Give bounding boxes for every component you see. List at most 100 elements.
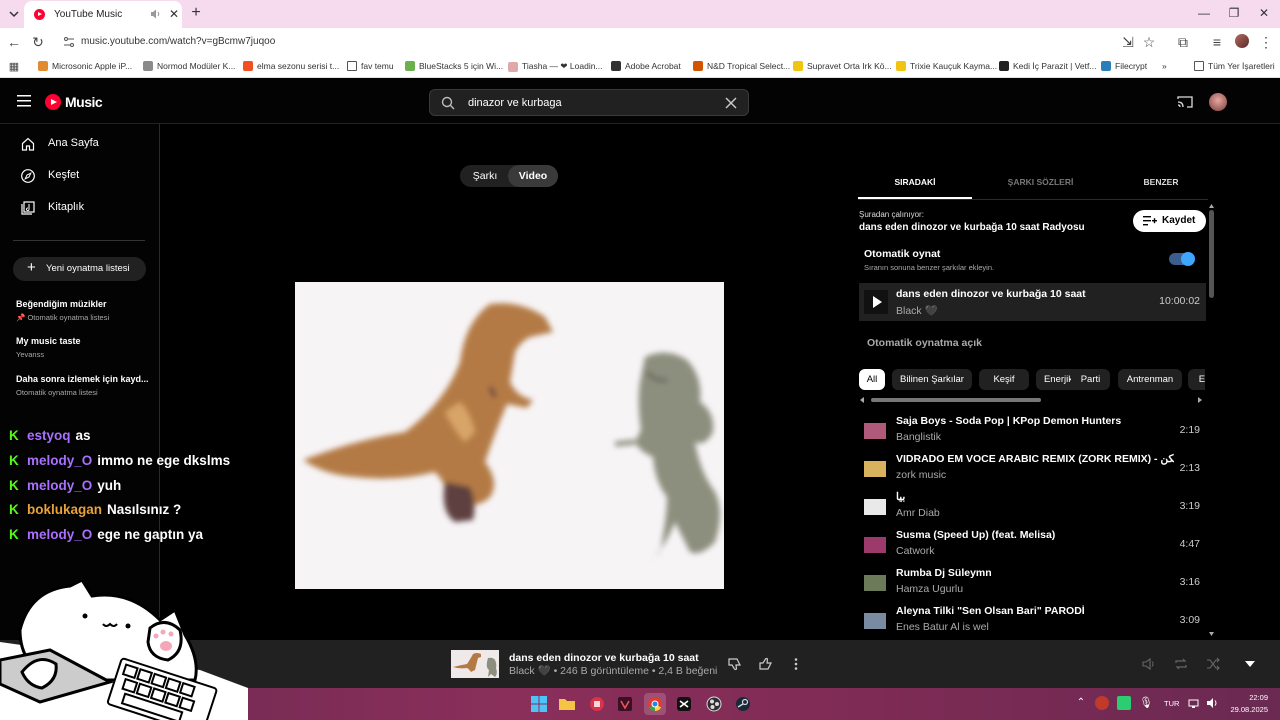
bookmark-item[interactable]: Microsonic Apple iP...	[38, 61, 132, 71]
obs-icon[interactable]	[703, 693, 725, 715]
filter-chip[interactable]: El	[1188, 369, 1205, 390]
shuffle-icon[interactable]	[1205, 656, 1221, 672]
ytm-logo[interactable]: Music	[45, 94, 103, 110]
network-icon[interactable]	[1188, 696, 1202, 710]
playlist-subtitle: Otomatik oynatma listesi	[16, 388, 98, 397]
bookmarks-overflow-icon[interactable]: »	[1162, 61, 1167, 71]
address-bar[interactable]: music.youtube.com/watch?v=gBcmw7juqoo	[54, 30, 1164, 54]
bookmark-star-icon[interactable]: ☆	[1141, 34, 1157, 50]
track-title: Saja Boys - Soda Pop | KPop Demon Hunter…	[896, 415, 1122, 427]
bookmark-item[interactable]: Filecrypt	[1101, 61, 1147, 71]
queue-item[interactable]: Rumba Dj Süleymn Hamza Ugurlu 3:16	[859, 564, 1206, 602]
bookmark-item[interactable]: Trixie Kauçuk Kayma...	[896, 61, 997, 71]
install-app-icon[interactable]: ⇲	[1120, 34, 1136, 50]
tray-nvidia-icon[interactable]	[1117, 696, 1131, 710]
queue-scrollbar[interactable]	[1209, 204, 1214, 636]
bookmark-item[interactable]: Adobe Acrobat	[611, 61, 681, 71]
filter-chip[interactable]: Bilinen Şarkılar	[892, 369, 972, 390]
filter-chip[interactable]: All	[859, 369, 885, 390]
repeat-icon[interactable]	[1173, 656, 1189, 672]
back-icon[interactable]: ←	[6, 34, 22, 50]
filter-chip[interactable]: Keşif	[979, 369, 1029, 390]
start-icon[interactable]	[528, 693, 550, 715]
cast-icon[interactable]	[1177, 95, 1193, 109]
queue-item[interactable]: Susma (Speed Up) (feat. Melisa) Catwork 4:…	[859, 526, 1206, 564]
playlist-item-my-music-taste[interactable]: My music taste Yevanss	[16, 336, 156, 359]
tab-search-icon[interactable]	[6, 6, 22, 22]
video-toggle-button[interactable]: Video	[508, 165, 558, 187]
song-toggle-button[interactable]: Şarkı	[460, 165, 510, 187]
new-playlist-button[interactable]: + Yeni oynatma listesi	[13, 257, 146, 281]
sidebar-item-explore[interactable]: Keşfet	[0, 161, 159, 191]
tray-chevron-icon[interactable]: ⌃	[1073, 695, 1089, 711]
app-icon-red[interactable]	[586, 693, 608, 715]
all-bookmarks-folder[interactable]: Tüm Yer İşaretleri	[1194, 61, 1275, 71]
steam-icon[interactable]	[732, 693, 754, 715]
filter-chip[interactable]: Parti	[1071, 369, 1110, 390]
queue-item[interactable]: VIDRADO EM VOCE ARABIC REMIX (ZORK REMIX…	[859, 450, 1206, 488]
account-avatar[interactable]	[1209, 93, 1227, 111]
volume-icon[interactable]	[1141, 656, 1157, 672]
sidebar-item-library[interactable]: Kitaplık	[0, 193, 159, 223]
video-player[interactable]	[295, 282, 724, 589]
input-language[interactable]: TUR	[1164, 699, 1179, 708]
autoplay-toggle[interactable]	[1169, 252, 1195, 266]
tab-youtube-music[interactable]: YouTube Music ✕	[24, 1, 182, 28]
track-title: VIDRADO EM VOCE ARABIC REMIX (ZORK REMIX…	[896, 453, 1174, 465]
clock-time[interactable]: 22:09	[1228, 693, 1268, 702]
search-icon[interactable]	[441, 96, 455, 110]
more-options-icon[interactable]	[788, 656, 804, 672]
queue-item[interactable]: بيا Amr Diab 3:19	[859, 488, 1206, 526]
apps-grid-icon[interactable]: ▦	[6, 59, 22, 75]
search-input[interactable]: dinazor ve kurbaga	[468, 97, 562, 109]
search-box[interactable]: dinazor ve kurbaga	[429, 89, 749, 116]
filter-chip[interactable]: Antrenman	[1118, 369, 1182, 390]
app-icon-vegas[interactable]	[614, 693, 636, 715]
close-window-icon[interactable]: ✕	[1256, 5, 1272, 21]
tab-audio-icon[interactable]	[150, 8, 162, 20]
restore-icon[interactable]: ❐	[1226, 5, 1242, 21]
reading-list-icon[interactable]: ≡	[1209, 34, 1225, 50]
hamburger-menu-icon[interactable]	[17, 95, 31, 107]
queue-item[interactable]: Aleyna Tilki "Sen Olsan Bari" PARODİ Enes…	[859, 602, 1206, 640]
bookmark-item[interactable]: Tiasha — ❤ Loadin...	[508, 61, 603, 72]
playlist-item-watch-later[interactable]: Daha sonra izlemek için kayd... Otomatik…	[16, 374, 156, 397]
bookmark-item[interactable]: Kedi İç Parazit | Vetf...	[999, 61, 1096, 71]
expand-player-icon[interactable]	[1242, 656, 1258, 672]
queue-item[interactable]: Saja Boys - Soda Pop | KPop Demon Hunter…	[859, 412, 1206, 450]
chrome-menu-icon[interactable]: ⋮	[1258, 34, 1274, 50]
bookmark-item[interactable]: Supravet Orta Irk Kö...	[793, 61, 892, 71]
save-queue-button[interactable]: Kaydet	[1133, 210, 1206, 232]
sidebar-item-home[interactable]: Ana Sayfa	[0, 129, 159, 159]
bookmark-item[interactable]: Normod Modüler K...	[143, 61, 235, 71]
tab-related[interactable]: BENZER	[1106, 167, 1216, 199]
bookmark-item[interactable]: BlueStacks 5 için Wi...	[405, 61, 503, 71]
bookmark-favicon-icon	[999, 61, 1009, 71]
bookmark-item[interactable]: N&D Tropical Select...	[693, 61, 790, 71]
reload-icon[interactable]: ↻	[30, 34, 46, 50]
minimize-icon[interactable]: —	[1196, 5, 1212, 21]
dislike-icon[interactable]	[727, 656, 743, 672]
scrollbar-thumb[interactable]	[1209, 210, 1214, 298]
bookmark-item[interactable]: elma sezonu serisi t...	[243, 61, 339, 71]
new-tab-button[interactable]: +	[188, 5, 204, 21]
chips-scrollbar[interactable]	[860, 396, 1206, 404]
extensions-icon[interactable]: ⧉	[1175, 34, 1191, 50]
clock-date[interactable]: 29.08.2025	[1216, 705, 1268, 714]
tab-close-icon[interactable]: ✕	[167, 7, 181, 21]
playlist-item-liked[interactable]: Beğendiğim müzikler 📌 Otomatik oynatma l…	[16, 299, 156, 322]
capcut-icon[interactable]	[673, 693, 695, 715]
chrome-profile-avatar[interactable]	[1235, 34, 1249, 48]
queue-item-now-playing[interactable]: dans eden dinozor ve kurbağa 10 saat Bla…	[859, 283, 1206, 321]
tray-app-icon[interactable]	[1095, 696, 1109, 710]
microphone-icon[interactable]: 🎙	[1139, 695, 1153, 711]
tab-lyrics[interactable]: ŞARKI SÖZLERİ	[983, 167, 1098, 199]
tab-up-next[interactable]: SIRADAKİ	[858, 167, 972, 199]
clear-search-icon[interactable]	[723, 95, 739, 111]
site-info-icon[interactable]	[62, 35, 76, 49]
chrome-icon[interactable]	[644, 693, 666, 715]
like-icon[interactable]	[758, 656, 774, 672]
bookmark-item[interactable]: fav temu	[347, 61, 394, 71]
file-explorer-icon[interactable]	[556, 693, 578, 715]
player-thumbnail[interactable]	[451, 650, 499, 678]
